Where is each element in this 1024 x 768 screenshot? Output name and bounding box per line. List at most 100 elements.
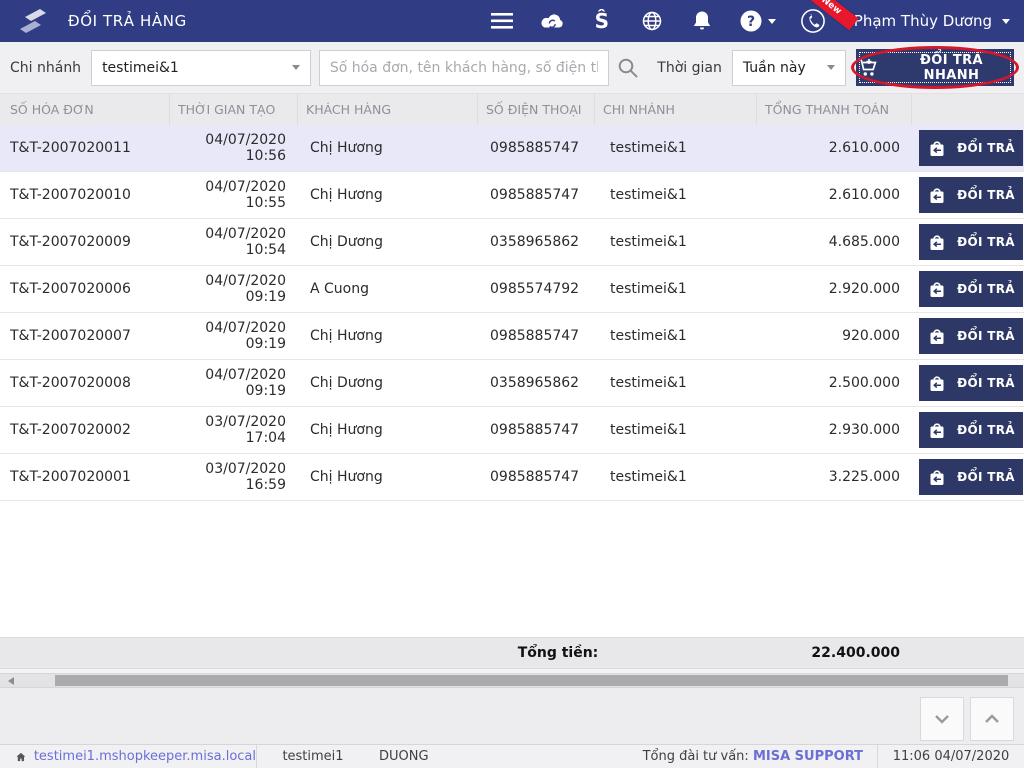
cell-action: ĐỔI TRẢ [912,130,1024,166]
cell-customer: Chị Hương [310,328,383,344]
cell-invoice: T&T-2007020007 [10,328,131,344]
table-empty-area [0,501,1024,637]
return-button[interactable]: ĐỔI TRẢ [919,177,1023,213]
col-header-customer[interactable]: KHÁCH HÀNG [298,94,478,125]
cell-action: ĐỔI TRẢ [912,177,1024,213]
return-bag-icon [930,328,944,344]
mshopkeeper-icon[interactable]: Ŝ [589,8,615,34]
total-value: 22.400.000 [811,645,900,661]
cell-phone: 0358965862 [490,234,580,250]
cell-branch: testimei&1 [610,469,687,485]
cell-invoice: T&T-2007020008 [10,375,131,391]
cell-branch: testimei&1 [610,140,687,156]
cell-total: 2.920.000 [828,281,900,297]
time-select-value: Tuần này [742,59,806,76]
return-button[interactable]: ĐỔI TRẢ [919,224,1023,260]
return-button-label: ĐỔI TRẢ [957,282,1015,296]
total-bar: Tổng tiền: 22.400.000 [0,637,1024,669]
table-row[interactable]: T&T-2007020008 04/07/2020 09:19 Chị Dươn… [0,360,1024,407]
cell-created: 04/07/2020 09:19 [205,367,286,399]
return-bag-icon [930,140,944,156]
table-row[interactable]: T&T-2007020010 04/07/2020 10:55 Chị Hươn… [0,172,1024,219]
search-button[interactable] [609,50,647,86]
cell-branch: testimei&1 [610,234,687,250]
col-header-created[interactable]: THỜI GIAN TẠO [170,94,298,125]
branch-select-value: testimei&1 [102,59,179,76]
user-menu[interactable]: Phạm Thùy Dương [854,12,1010,30]
support-link[interactable]: MISA SUPPORT [753,749,863,764]
return-bag-icon [930,187,944,203]
cell-branch: testimei&1 [610,422,687,438]
cell-invoice: T&T-2007020010 [10,187,131,203]
cell-phone: 0985885747 [490,422,580,438]
branch-select[interactable]: testimei&1 [91,49,311,86]
cell-action: ĐỔI TRẢ [912,365,1024,401]
cell-branch: testimei&1 [610,187,687,203]
col-header-branch[interactable]: CHI NHÁNH [595,94,757,125]
cell-invoice: T&T-2007020001 [10,469,131,485]
cell-customer: Chị Hương [310,422,383,438]
support-phone-icon[interactable]: New [800,0,859,34]
cell-invoice: T&T-2007020011 [10,140,131,156]
table-row[interactable]: T&T-2007020009 04/07/2020 10:54 Chị Dươn… [0,219,1024,266]
return-button[interactable]: ĐỔI TRẢ [919,130,1023,166]
app-logo-icon[interactable] [18,7,48,35]
return-button[interactable]: ĐỔI TRẢ [919,318,1023,354]
horizontal-scrollbar[interactable] [0,673,1024,688]
search-box [318,49,609,86]
table-header: SỐ HÓA ĐƠN THỜI GIAN TẠO KHÁCH HÀNG SỐ Đ… [0,94,1024,125]
chevron-down-icon [827,65,836,70]
svg-text:?: ? [747,14,755,30]
cell-customer: Chị Dương [310,375,383,391]
table-row[interactable]: T&T-2007020007 04/07/2020 09:19 Chị Hươn… [0,313,1024,360]
scroll-down-button[interactable] [920,697,964,741]
cell-created: 04/07/2020 09:19 [205,273,286,305]
table-row[interactable]: T&T-2007020011 04/07/2020 10:56 Chị Hươn… [0,125,1024,172]
cloud-sync-icon[interactable] [539,8,565,34]
cell-action: ĐỔI TRẢ [912,412,1024,448]
return-button-label: ĐỔI TRẢ [957,423,1015,437]
table-row[interactable]: T&T-2007020006 04/07/2020 09:19 A Cuong … [0,266,1024,313]
bell-icon[interactable] [689,8,715,34]
col-header-phone[interactable]: SỐ ĐIỆN THOẠI [478,94,595,125]
scrollbar-thumb[interactable] [55,675,1008,686]
status-bar: testimei1.mshopkeeper.misa.local testime… [0,744,1024,768]
scroll-left-arrow-icon[interactable] [8,677,14,685]
return-button[interactable]: ĐỔI TRẢ [919,459,1023,495]
cell-branch: testimei&1 [610,375,687,391]
cell-phone: 0358965862 [490,375,580,391]
page-title: ĐỔI TRẢ HÀNG [68,12,187,30]
scroll-up-button[interactable] [970,697,1014,741]
cell-total: 4.685.000 [828,234,900,250]
help-menu[interactable]: ? [739,9,776,33]
cell-branch: testimei&1 [610,328,687,344]
topbar-icons: Ŝ ? New Phạm Thùy Dương [489,0,1010,34]
cell-invoice: T&T-2007020009 [10,234,131,250]
cell-total: 2.500.000 [828,375,900,391]
site-url-link[interactable]: testimei1.mshopkeeper.misa.local [34,749,256,764]
table-row[interactable]: T&T-2007020002 03/07/2020 17:04 Chị Hươn… [0,407,1024,454]
return-button[interactable]: ĐỔI TRẢ [919,271,1023,307]
help-caret-icon [767,18,776,24]
quick-return-label: ĐỔI TRẢ NHANH [919,52,983,83]
cell-phone: 0985885747 [490,328,580,344]
col-header-total[interactable]: TỔNG THANH TOÁN [757,94,912,125]
cell-action: ĐỔI TRẢ [912,318,1024,354]
cell-created: 04/07/2020 09:19 [205,320,286,352]
cell-total: 920.000 [842,328,900,344]
col-header-invoice[interactable]: SỐ HÓA ĐƠN [0,94,170,125]
cashier-name: DUONG [379,749,429,764]
quick-return-button[interactable]: ĐỔI TRẢ NHANH [856,49,1015,86]
store-name: testimei1 [282,749,344,764]
bottom-area [0,688,1024,744]
home-icon [16,752,26,761]
return-button[interactable]: ĐỔI TRẢ [919,365,1023,401]
table-row[interactable]: T&T-2007020001 03/07/2020 16:59 Chị Hươn… [0,454,1024,501]
globe-icon[interactable] [639,8,665,34]
cell-total: 2.610.000 [828,140,900,156]
search-input[interactable] [319,50,608,85]
return-button[interactable]: ĐỔI TRẢ [919,412,1023,448]
time-select[interactable]: Tuần này [731,49,847,86]
hamburger-icon[interactable] [489,8,515,34]
return-button-label: ĐỔI TRẢ [957,141,1015,155]
